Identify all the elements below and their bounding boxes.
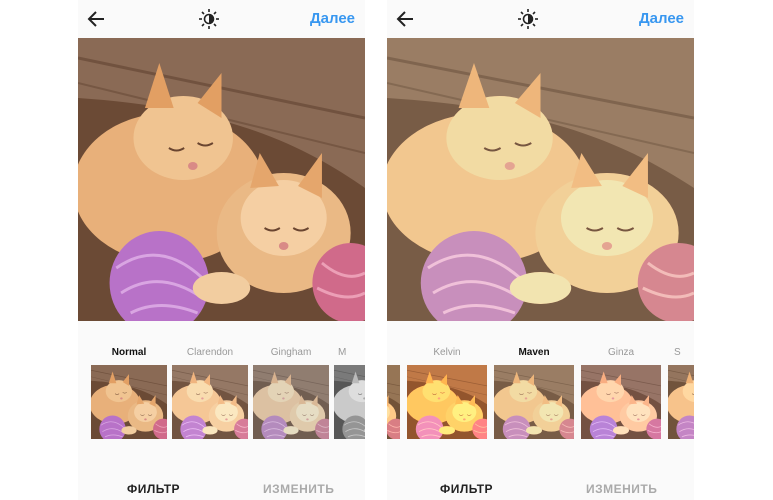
tab-edit[interactable]: ИЗМЕНИТЬ xyxy=(586,482,657,496)
tab-edit[interactable]: ИЗМЕНИТЬ xyxy=(263,482,334,496)
filter-thumbnail[interactable] xyxy=(581,365,661,439)
photo-preview xyxy=(78,38,365,321)
arrow-left-icon[interactable] xyxy=(395,8,417,30)
filter-label: S xyxy=(674,347,681,358)
arrow-left-icon[interactable] xyxy=(86,8,108,30)
filter-label: Ginza xyxy=(607,347,635,358)
filter-thumbnail[interactable] xyxy=(387,365,400,439)
filter-strip[interactable]: Normal Clarendon Gingham M xyxy=(78,321,365,460)
filter-thumbnail[interactable] xyxy=(253,365,329,439)
right-screen: Далее Kelvin Maven Ginza S ФИЛЬТР ИЗМЕНИ… xyxy=(387,0,694,500)
filter-thumbnail[interactable] xyxy=(494,365,574,439)
next-button[interactable]: Далее xyxy=(639,10,684,27)
filter-thumbnail[interactable] xyxy=(407,365,487,439)
filter-thumbnail[interactable] xyxy=(668,365,694,439)
filter-strip[interactable]: Kelvin Maven Ginza S xyxy=(387,321,694,460)
top-bar: Далее xyxy=(387,0,694,38)
tab-filter[interactable]: ФИЛЬТР xyxy=(127,482,180,496)
photo-preview xyxy=(387,38,694,321)
filter-label: Gingham xyxy=(270,347,312,358)
top-bar: Далее xyxy=(78,0,365,38)
left-screen: Далее Normal Clarendon Gingham M ФИЛЬТР … xyxy=(78,0,365,500)
filter-label: Clarendon xyxy=(186,347,234,358)
lux-icon[interactable] xyxy=(198,8,220,30)
next-button[interactable]: Далее xyxy=(310,10,355,27)
filter-thumbnail[interactable] xyxy=(172,365,248,439)
filter-label: M xyxy=(338,347,347,358)
lux-icon[interactable] xyxy=(517,8,539,30)
filter-label: Maven xyxy=(518,347,550,358)
filter-thumbnail[interactable] xyxy=(91,365,167,439)
filter-thumbnail[interactable] xyxy=(334,365,365,439)
tab-filter[interactable]: ФИЛЬТР xyxy=(440,482,493,496)
filter-label: Normal xyxy=(111,347,147,358)
filter-label: Kelvin xyxy=(433,347,461,358)
